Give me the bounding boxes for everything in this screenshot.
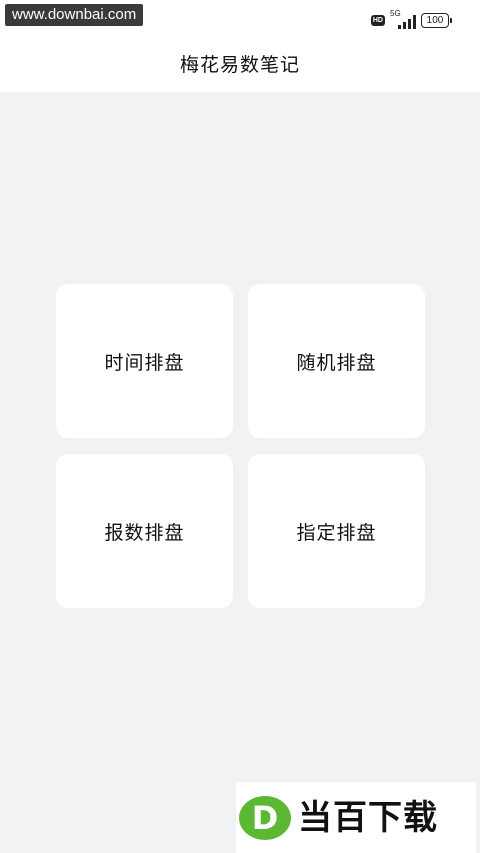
app-header: 梅花易数笔记 — [0, 34, 480, 92]
signal-icon — [398, 15, 416, 29]
hd-badge: HD — [370, 14, 385, 26]
time-cast-button[interactable]: 时间排盘 — [56, 284, 233, 438]
number-cast-label: 报数排盘 — [104, 521, 185, 544]
number-cast-button[interactable]: 报数排盘 — [56, 454, 233, 608]
battery-icon: 100 — [421, 12, 452, 28]
brand-watermark: D 当百下载 — [236, 782, 476, 853]
brand-logo-icon: D — [239, 795, 291, 840]
brand-logo-letter: D — [252, 799, 279, 837]
brand-text: 当百下载 — [298, 797, 438, 838]
page-title: 梅花易数笔记 — [179, 53, 300, 76]
random-cast-button[interactable]: 随机排盘 — [248, 284, 425, 438]
network-label: 5G — [390, 9, 401, 18]
battery-level: 100 — [421, 12, 449, 28]
status-bar: 8:05 www.downbai.com HD 5G 100 — [0, 0, 480, 34]
specified-cast-label: 指定排盘 — [296, 521, 377, 544]
watermark-url: www.downbai.com — [5, 4, 144, 26]
specified-cast-button[interactable]: 指定排盘 — [248, 454, 425, 608]
status-indicators: HD 5G 100 — [370, 9, 452, 30]
random-cast-label: 随机排盘 — [296, 351, 377, 374]
time-cast-label: 时间排盘 — [104, 351, 185, 374]
network-indicator: 5G — [390, 9, 416, 29]
